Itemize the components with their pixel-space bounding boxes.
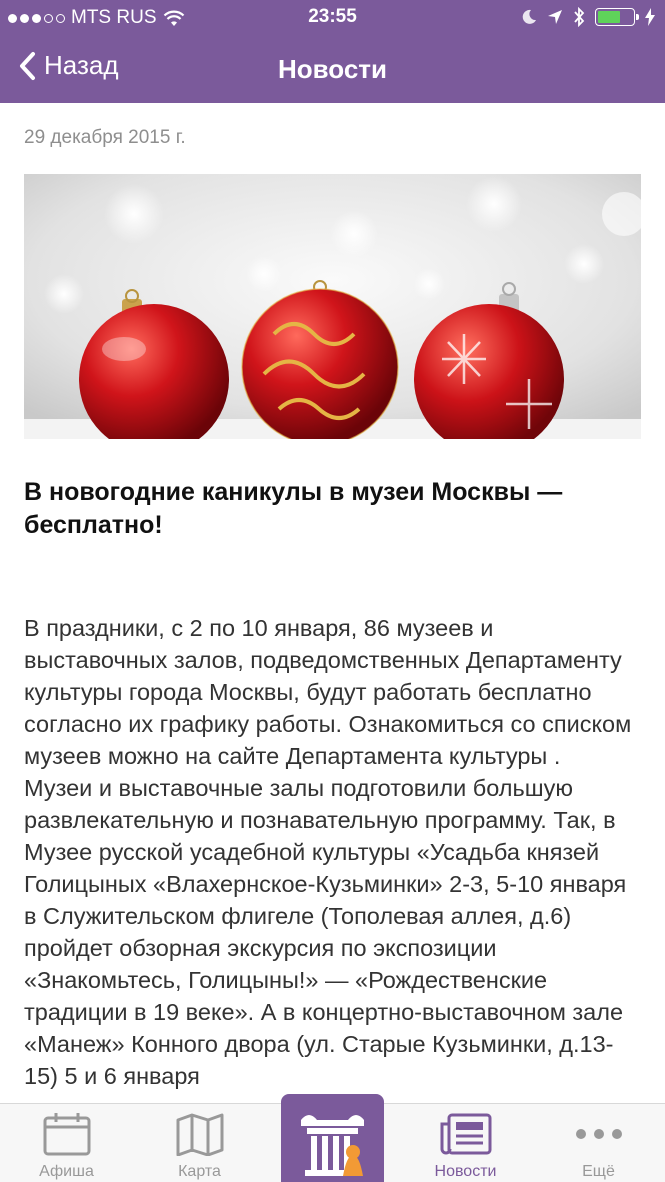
article-body: В праздники, с 2 по 10 января, 86 музеев… bbox=[24, 615, 632, 1089]
tab-label-more: Ещё bbox=[582, 1163, 615, 1180]
status-right bbox=[521, 7, 655, 27]
tab-label-news: Новости bbox=[434, 1163, 497, 1180]
navigation-bar: Назад Новости bbox=[0, 36, 665, 103]
location-arrow-icon bbox=[548, 10, 562, 24]
status-bar: MTS RUS 23:55 bbox=[0, 0, 665, 36]
tab-museums[interactable] bbox=[281, 1094, 384, 1182]
tab-afisha[interactable]: Афиша bbox=[0, 1104, 133, 1182]
moon-icon bbox=[522, 9, 536, 24]
news-icon bbox=[440, 1113, 491, 1155]
bluetooth-icon bbox=[574, 7, 585, 27]
article-date: 29 декабря 2015 г. bbox=[24, 127, 186, 148]
article-content[interactable]: 29 декабря 2015 г. В новогодние каникулы… bbox=[24, 103, 641, 1103]
article-title: В новогодние каникулы в музеи Москвы — б… bbox=[24, 478, 563, 539]
header: MTS RUS 23:55 Назад Новости bbox=[0, 0, 665, 103]
charging-bolt-icon bbox=[645, 8, 655, 26]
tab-map[interactable]: Карта bbox=[133, 1104, 266, 1182]
tab-news[interactable]: Новости bbox=[399, 1104, 532, 1182]
more-icon bbox=[575, 1129, 622, 1139]
tab-label-afisha: Афиша bbox=[39, 1163, 94, 1180]
tab-label-map: Карта bbox=[178, 1163, 221, 1180]
battery-icon bbox=[595, 8, 639, 26]
map-icon bbox=[176, 1113, 223, 1156]
tab-more[interactable]: Ещё bbox=[532, 1104, 665, 1182]
museum-column-icon bbox=[301, 1115, 364, 1176]
article-image bbox=[24, 174, 641, 439]
calendar-icon bbox=[43, 1113, 90, 1156]
tab-bar: Афиша Карта Новости Ещё bbox=[0, 1094, 665, 1182]
page-title: Новости bbox=[277, 54, 387, 84]
christmas-ornaments-image bbox=[24, 174, 641, 439]
